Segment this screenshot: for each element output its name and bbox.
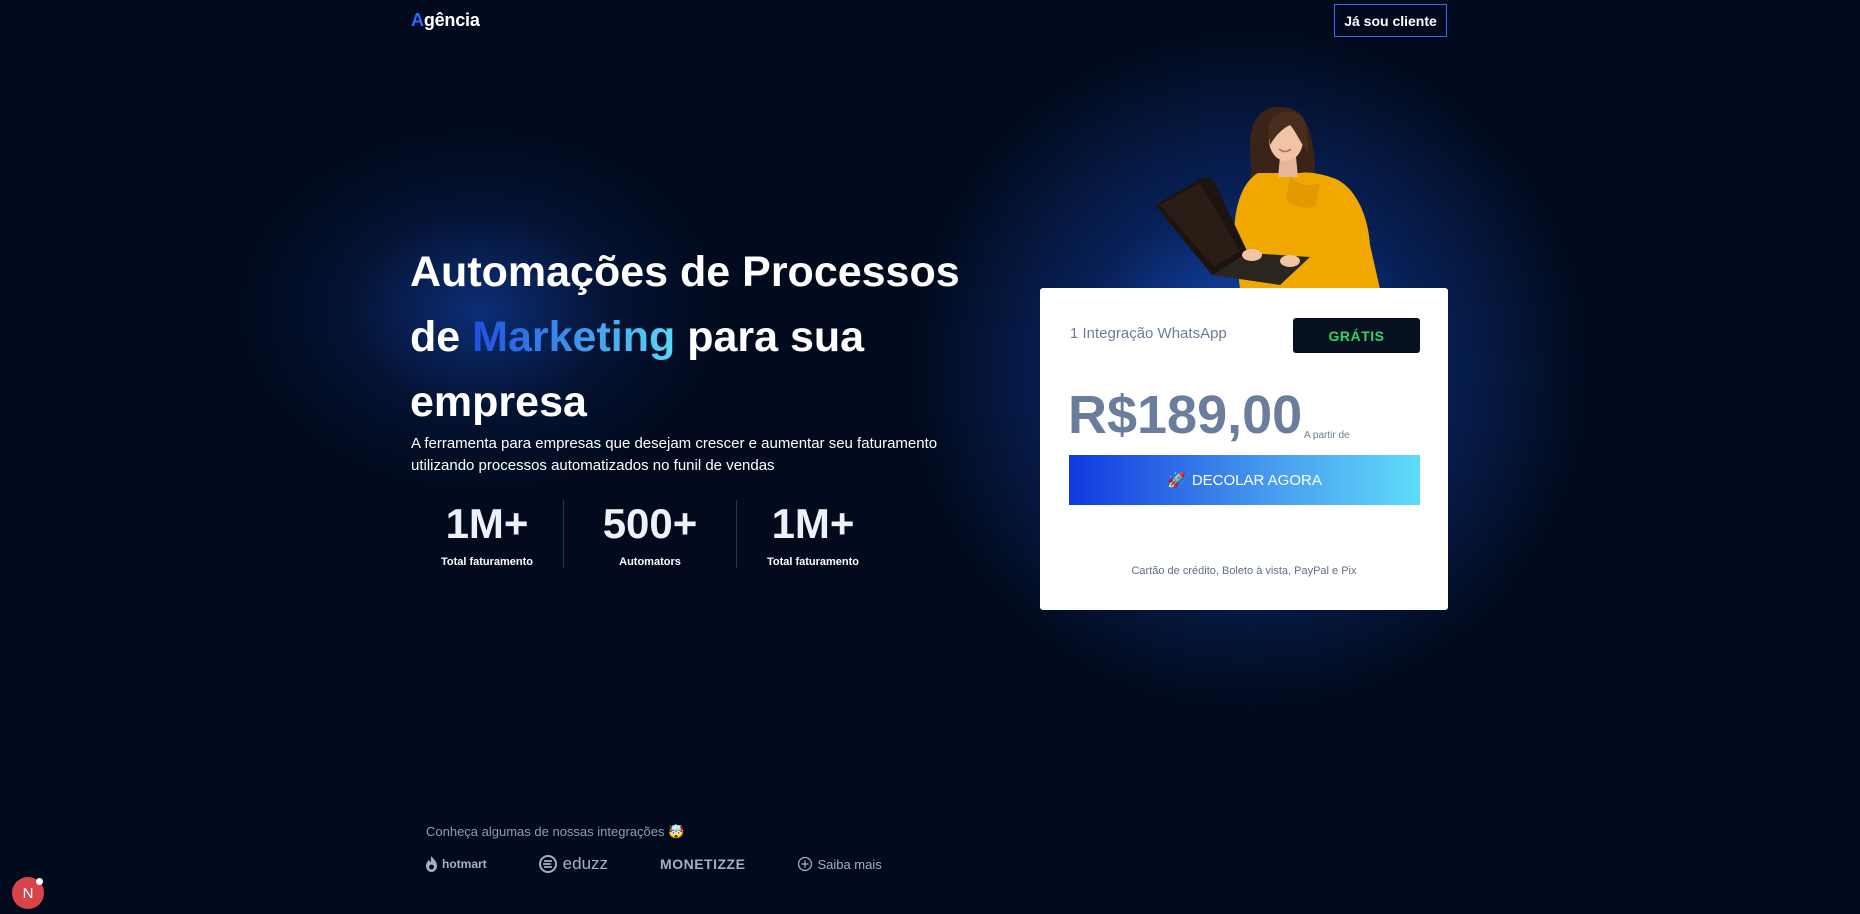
brand-monetizze: MONETIZZE — [660, 856, 745, 872]
hero-person-image — [1140, 95, 1380, 289]
landing-page: Agência Já sou cliente Automações de Pro… — [0, 0, 1860, 914]
integrations-title: Conheça algumas de nossas integrações 🤯 — [426, 824, 685, 839]
hero-subtitle: A ferramenta para empresas que desejam c… — [411, 435, 938, 474]
flame-icon — [426, 856, 437, 872]
hero-headline: Automações de Processos de Marketing par… — [410, 240, 1010, 435]
stat-label: Automators — [619, 556, 681, 568]
learn-more-link[interactable]: Saiba mais — [797, 856, 882, 872]
stat-label: Total faturamento — [440, 556, 534, 568]
notification-badge-button[interactable]: N — [12, 877, 44, 909]
learn-more-label: Saiba mais — [817, 856, 882, 872]
brand-hotmart: hotmart — [425, 856, 487, 872]
brand-hotmart-label: hotmart — [442, 857, 487, 871]
stat-value: 1M+ — [445, 500, 529, 547]
headline-highlight: Marketing — [472, 313, 676, 361]
integrations-row: hotmart eduzz MONETIZZE Saiba mais — [425, 854, 934, 874]
logo-accent-letter: A — [411, 10, 424, 30]
brand-eduzz-label: eduzz — [562, 854, 609, 873]
plan-name: 1 Integração WhatsApp — [1070, 325, 1227, 342]
cta-label: DECOLAR AGORA — [1191, 471, 1322, 489]
free-badge: GRÁTIS — [1293, 318, 1420, 353]
launch-now-button[interactable]: 🚀 DECOLAR AGORA — [1069, 455, 1420, 505]
plus-circle-icon — [798, 856, 813, 872]
pricing-card: 1 Integração WhatsApp GRÁTIS R$189,00 A … — [1040, 288, 1448, 610]
site-logo[interactable]: Agência — [411, 10, 480, 31]
price-value: R$189,00 — [1068, 385, 1303, 445]
stat-item: 500+ Automators — [563, 500, 736, 568]
notification-dot — [36, 878, 43, 885]
rocket-icon: 🚀 — [1167, 472, 1186, 489]
eduzz-logo-icon — [538, 855, 557, 873]
stat-label: Total faturamento — [766, 556, 860, 568]
stat-value: 500+ — [602, 500, 698, 547]
logo-text: gência — [423, 10, 480, 30]
woman-with-laptop-illustration — [1155, 106, 1380, 289]
stat-item: 1M+ Total faturamento — [736, 500, 889, 568]
price-note: A partir de — [1304, 430, 1350, 441]
stat-value: 1M+ — [771, 500, 855, 547]
brand-monetizze-label: MONETIZZE — [660, 856, 746, 872]
brand-eduzz: eduzz — [538, 854, 609, 874]
payment-methods: Cartão de crédito, Boleto à vista, PayPa… — [1131, 565, 1357, 577]
existing-client-button[interactable]: Já sou cliente — [1334, 4, 1447, 37]
badge-letter: N — [22, 884, 34, 902]
stats-row: 1M+ Total faturamento 500+ Automators 1M… — [411, 500, 889, 568]
stat-item: 1M+ Total faturamento — [411, 500, 563, 568]
